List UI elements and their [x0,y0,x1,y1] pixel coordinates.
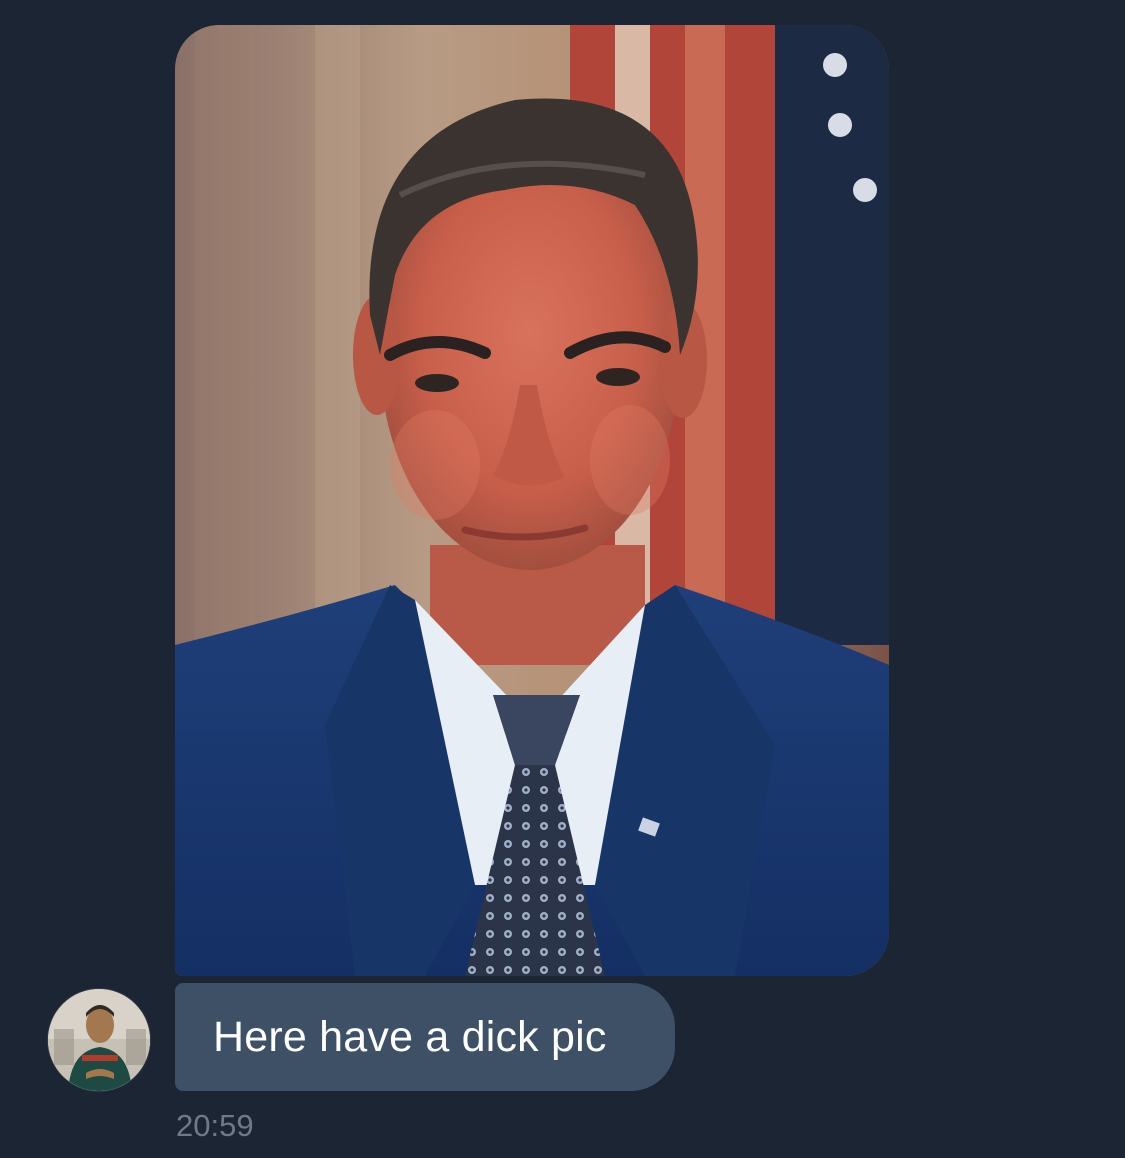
text-message-bubble[interactable]: Here have a dick pic [175,983,675,1091]
portrait-photo [175,25,889,976]
avatar-icon [48,989,150,1091]
message-timestamp: 20:59 [176,1108,254,1143]
dm-conversation-view: Here have a dick pic 20:59 [0,0,1125,1158]
sender-avatar[interactable] [47,988,151,1092]
message-text: Here have a dick pic [213,1012,607,1061]
image-message[interactable] [175,25,889,976]
